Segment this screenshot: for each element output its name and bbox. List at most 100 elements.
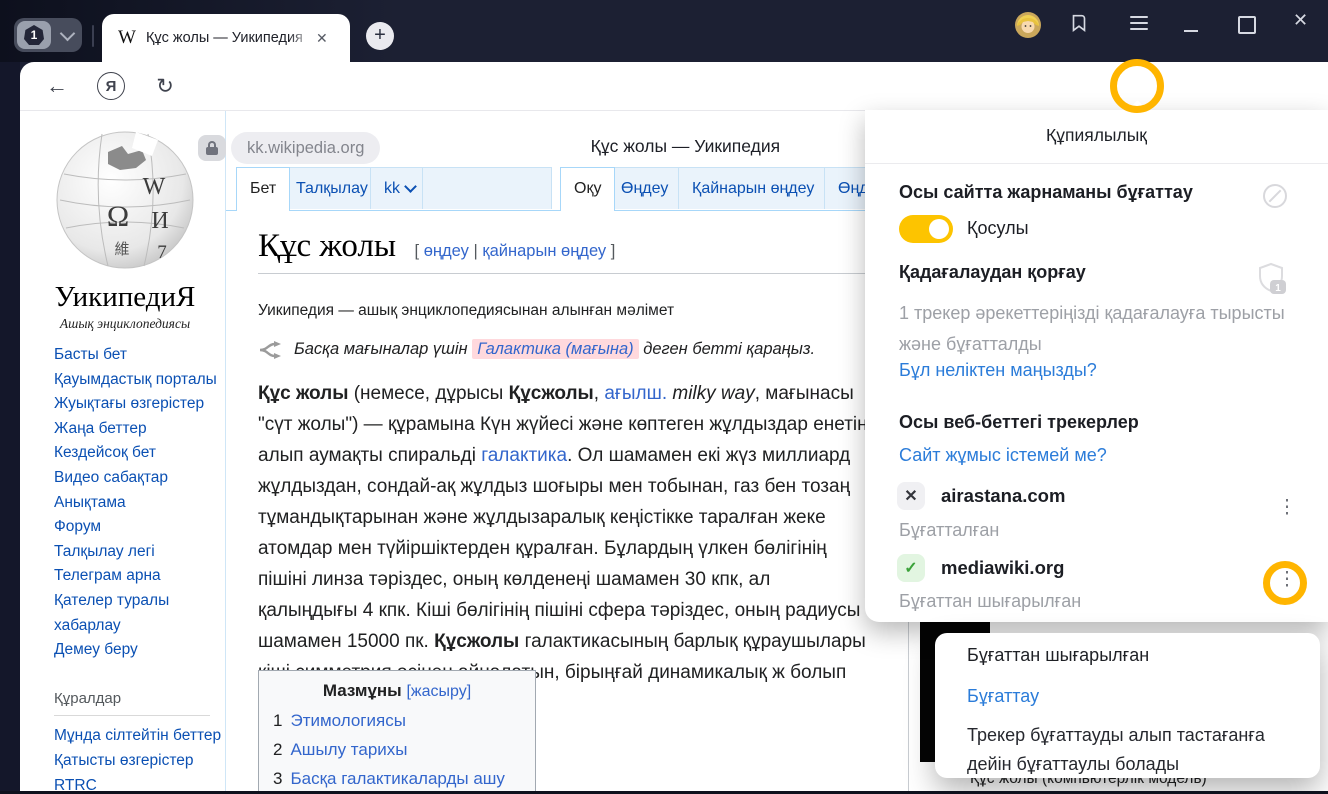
browser-tab[interactable]: W Құс жолы — Уикипедия ✕ xyxy=(102,14,350,62)
menu-icon[interactable] xyxy=(1127,12,1151,36)
allowed-icon: ✓ xyxy=(897,554,925,582)
tracking-badge: 1 xyxy=(1275,283,1281,294)
adblock-label: Осы сайтта жарнаманы бұғаттау xyxy=(899,182,1193,203)
tab-language-variant[interactable]: kk xyxy=(370,167,429,209)
browser-window: 1 W Құс жолы — Уикипедия ✕ + ✕ ← Я xyxy=(0,0,1328,794)
minimize-button[interactable] xyxy=(1184,30,1198,32)
sidebar-item-report-errors[interactable]: Қателер туралы хабарлау xyxy=(54,589,204,638)
site-security-badge[interactable] xyxy=(198,135,226,161)
toc-item: 3Басқа галактикаларды ашу xyxy=(273,769,521,789)
adblock-toggle[interactable] xyxy=(899,215,953,243)
sidebar-item-recent-changes[interactable]: Жуықтағы өзгерістер xyxy=(54,392,224,417)
sidebar-item-new-pages[interactable]: Жаңа беттер xyxy=(54,417,224,442)
sidebar-item-donate[interactable]: Демеу беру xyxy=(54,638,224,663)
trackers-header: Осы веб-беттегі трекерлер xyxy=(899,412,1139,433)
profile-avatar[interactable] xyxy=(1015,12,1039,36)
tracker-menu-icon[interactable]: ⋮ xyxy=(1277,496,1297,519)
wikipedia-tagline: Ашық энциклопедиясы xyxy=(45,316,205,332)
site-not-working-link[interactable]: Сайт жұмыс істемей ме? xyxy=(899,445,1107,466)
link-english[interactable]: ағылш. xyxy=(604,383,667,404)
sidebar-item-help[interactable]: Анықтама xyxy=(54,491,224,516)
tab-close-icon[interactable]: ✕ xyxy=(316,30,328,47)
tab-count-shape: 1 xyxy=(17,21,51,49)
tracker-status: Бұғаттан шығарылған xyxy=(899,586,1081,617)
window-left-edge xyxy=(0,62,20,794)
toc-link-other-galaxies[interactable]: Басқа галактикаларды ашу xyxy=(290,769,504,788)
page-title: Құс жолы xyxy=(258,228,396,264)
tab-page[interactable]: Бет xyxy=(236,167,290,211)
tab-counter-button[interactable]: 1 xyxy=(14,18,82,52)
hatnote-link[interactable]: Галактика (мағына) xyxy=(472,339,638,359)
chevron-down-icon xyxy=(404,180,417,193)
new-tab-button[interactable]: + xyxy=(366,22,394,50)
toc-link-history[interactable]: Ашылу тарихы xyxy=(290,740,407,759)
yandex-button[interactable]: Я xyxy=(96,62,126,110)
annotation-ring-shield xyxy=(1110,59,1164,113)
tab-count: 1 xyxy=(24,25,44,45)
logo-glyph-i: И xyxy=(151,208,168,234)
menu-block-action[interactable]: Бұғаттау xyxy=(967,686,1039,707)
edit-source-link[interactable]: қайнарын өңдеу xyxy=(482,242,606,260)
privacy-panel: Құпиялылық Осы сайтта жарнаманы бұғаттау… xyxy=(865,110,1328,622)
tracker-domain: airastana.com xyxy=(941,485,1065,507)
window-close-button[interactable]: ✕ xyxy=(1293,10,1308,31)
toc-link-etymology[interactable]: Этимологиясы xyxy=(290,711,405,730)
blocked-icon: ✕ xyxy=(897,482,925,510)
tab-talk[interactable]: Талқылау xyxy=(282,167,382,209)
tracker-domain: mediawiki.org xyxy=(941,557,1064,579)
article-paragraph: Құс жолы (немесе, дұрысы Құсжолы, ағылш.… xyxy=(258,378,870,719)
panel-divider xyxy=(865,163,1328,164)
tab-read[interactable]: Оқу xyxy=(560,167,615,211)
tab-bar-divider xyxy=(92,25,94,47)
sidebar-item-what-links-here[interactable]: Мұнда сілтейтін беттер xyxy=(54,724,224,749)
why-important-link[interactable]: Бұл неліктен маңызды? xyxy=(899,360,1097,381)
wikipedia-wordmark: УикипедиЯ xyxy=(45,281,205,314)
link-galaxy[interactable]: галактика xyxy=(481,445,567,466)
omnibox-page-title: Құс жолы — Уикипедия xyxy=(591,136,780,157)
toc-title: Мазмұны xyxy=(323,681,402,700)
wikipedia-logo[interactable]: Ω W И 維 7 УикипедиЯ Ашық энциклопедиясы xyxy=(45,122,205,332)
tab-variant-empty[interactable] xyxy=(422,167,552,209)
sidebar-tools-header: Құралдар xyxy=(54,687,210,717)
toc-hide-link[interactable]: [жасыру] xyxy=(406,683,471,700)
sidebar-item-discussion[interactable]: Талқылау легі xyxy=(54,540,224,565)
tracking-label: Қадағалаудан қорғау xyxy=(899,262,1086,283)
reload-button[interactable]: ↻ xyxy=(150,62,180,110)
bold-title-term: Құс жолы xyxy=(258,383,348,404)
menu-current-state: Бұғаттан шығарылған xyxy=(967,645,1149,666)
sidebar-item-related-changes[interactable]: Қатысты өзгерістер xyxy=(54,749,224,774)
logo-glyph-7: 7 xyxy=(157,242,167,263)
sidebar-item-main[interactable]: Басты бет xyxy=(54,343,224,368)
sidebar-item-telegram[interactable]: Телеграм арна xyxy=(54,564,224,589)
tracking-shield-icon: 1 xyxy=(1256,262,1290,298)
tab-edit[interactable]: Өңдеу xyxy=(607,167,682,209)
url-text: kk.wikipedia.org xyxy=(247,139,364,158)
logo-glyph-cjk: 維 xyxy=(114,241,129,258)
edit-link[interactable]: өңдеу xyxy=(424,242,469,260)
toc-item: 1Этимологиясы xyxy=(273,711,521,731)
sidebar-links: Басты бет Қауымдастық порталы Жуықтағы ө… xyxy=(54,343,224,794)
tab-edit-source[interactable]: Қайнарын өңдеу xyxy=(678,167,828,209)
sidebar-item-random[interactable]: Кездейсоқ бет xyxy=(54,441,224,466)
hatnote-prefix: Басқа мағыналар үшін xyxy=(294,340,468,358)
sidebar-item-community[interactable]: Қауымдастық порталы xyxy=(54,368,224,393)
address-bar[interactable]: kk.wikipedia.org xyxy=(231,132,380,164)
chevron-down-icon xyxy=(60,26,76,42)
disable-icon xyxy=(1263,184,1287,208)
sidebar-item-forum[interactable]: Форум xyxy=(54,515,224,540)
wikipedia-favicon: W xyxy=(118,27,136,49)
menu-note: Трекер бұғаттауды алып тастағанға дейін … xyxy=(967,721,1287,779)
yandex-logo-icon: Я xyxy=(97,72,125,100)
avatar-image xyxy=(1015,12,1041,38)
infobox-border xyxy=(908,622,909,791)
tab-title: Құс жолы — Уикипедия xyxy=(146,30,314,46)
tracking-description: 1 трекер әрекеттеріңізді қадағалауға тыр… xyxy=(899,298,1309,360)
toc-item: 2Ашылу тарихы xyxy=(273,740,521,760)
back-button[interactable]: ← xyxy=(42,62,72,110)
disambiguation-icon xyxy=(258,341,284,359)
toggle-knob xyxy=(929,219,949,239)
sidebar-item-video[interactable]: Видео сабақтар xyxy=(54,466,224,491)
hatnote-suffix: деген бетті қараңыз. xyxy=(643,340,815,358)
maximize-button[interactable] xyxy=(1238,16,1256,34)
bookmarks-panel-icon[interactable] xyxy=(1068,12,1092,36)
